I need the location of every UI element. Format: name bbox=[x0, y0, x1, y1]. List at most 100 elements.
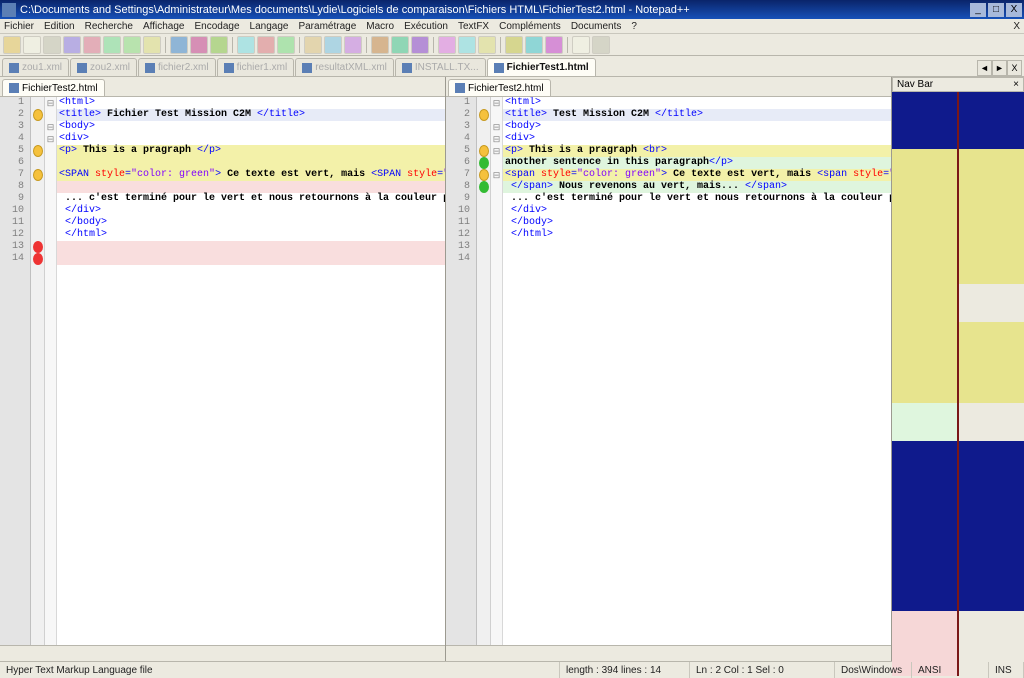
code-line[interactable]: </html> bbox=[503, 229, 891, 241]
nav-diff-block[interactable] bbox=[892, 340, 957, 403]
right-editor[interactable]: 1234567891011121314⊟⊟⊟⊟⊟<html><title> Te… bbox=[446, 97, 891, 645]
nav-diff-block[interactable] bbox=[892, 284, 957, 322]
left-horizontal-scrollbar[interactable] bbox=[0, 645, 445, 661]
code-line[interactable]: </span> Nous revenons au vert, mais... <… bbox=[503, 181, 891, 193]
toolbar-button-15[interactable] bbox=[277, 36, 295, 54]
toolbar-button-18[interactable] bbox=[324, 36, 342, 54]
toolbar-button-9[interactable] bbox=[170, 36, 188, 54]
toolbar-button-21[interactable] bbox=[371, 36, 389, 54]
tab-fichier1-xml[interactable]: fichier1.xml bbox=[217, 58, 295, 76]
nav-diff-block[interactable] bbox=[959, 322, 1024, 340]
toolbar-button-19[interactable] bbox=[344, 36, 362, 54]
menu-item-affichage[interactable]: Affichage bbox=[143, 21, 185, 32]
fold-toggle-icon[interactable]: ⊟ bbox=[491, 145, 502, 157]
code-line[interactable]: <html> bbox=[503, 97, 891, 109]
toolbar-button-33[interactable] bbox=[572, 36, 590, 54]
menu-item-macro[interactable]: Macro bbox=[366, 21, 394, 32]
toolbar-button-10[interactable] bbox=[190, 36, 208, 54]
menubar-close-icon[interactable]: X bbox=[1013, 21, 1020, 32]
nav-bar-diff-map[interactable] bbox=[892, 92, 1024, 676]
menu-item-?[interactable]: ? bbox=[631, 21, 637, 32]
tab-nav-right[interactable]: ► bbox=[992, 60, 1007, 76]
code-line[interactable] bbox=[57, 241, 445, 253]
tab-zou1-xml[interactable]: zou1.xml bbox=[2, 58, 69, 76]
left-pane-tab[interactable]: FichierTest2.html bbox=[2, 79, 105, 96]
nav-diff-block[interactable] bbox=[959, 284, 1024, 322]
menu-item-documents[interactable]: Documents bbox=[571, 21, 622, 32]
tab-resultatxml-xml[interactable]: resultatXML.xml bbox=[295, 58, 394, 76]
toolbar-button-26[interactable] bbox=[458, 36, 476, 54]
right-pane-tab[interactable]: FichierTest2.html bbox=[448, 79, 551, 96]
menu-item-edition[interactable]: Edition bbox=[44, 21, 75, 32]
toolbar-button-11[interactable] bbox=[210, 36, 228, 54]
nav-column-left[interactable] bbox=[892, 92, 959, 676]
menu-item-fichier[interactable]: Fichier bbox=[4, 21, 34, 32]
menu-item-encodage[interactable]: Encodage bbox=[194, 21, 239, 32]
menu-item-exécution[interactable]: Exécution bbox=[404, 21, 448, 32]
code-line[interactable] bbox=[503, 241, 891, 253]
code-line[interactable] bbox=[57, 181, 445, 193]
menu-item-paramétrage[interactable]: Paramétrage bbox=[298, 21, 356, 32]
nav-diff-block[interactable] bbox=[892, 403, 957, 441]
code-line[interactable]: </html> bbox=[57, 229, 445, 241]
toolbar-button-31[interactable] bbox=[545, 36, 563, 54]
code-line[interactable]: <html> bbox=[57, 97, 445, 109]
fold-toggle-icon[interactable]: ⊟ bbox=[45, 133, 56, 145]
code-line[interactable]: <SPAN style="color: green"> Ce texte est… bbox=[57, 169, 445, 181]
code-line[interactable]: <body> bbox=[503, 121, 891, 133]
tab-fichier2-xml[interactable]: fichier2.xml bbox=[138, 58, 216, 76]
toolbar-button-2[interactable] bbox=[43, 36, 61, 54]
tab-install-tx-[interactable]: INSTALL.TX... bbox=[395, 58, 486, 76]
menu-item-langage[interactable]: Langage bbox=[250, 21, 289, 32]
toolbar-button-17[interactable] bbox=[304, 36, 322, 54]
tab-nav-x[interactable]: X bbox=[1007, 60, 1022, 76]
code-line[interactable]: <div> bbox=[503, 133, 891, 145]
toolbar-button-0[interactable] bbox=[3, 36, 21, 54]
toolbar-button-27[interactable] bbox=[478, 36, 496, 54]
menu-item-compléments[interactable]: Compléments bbox=[499, 21, 561, 32]
tab-zou2-xml[interactable]: zou2.xml bbox=[70, 58, 137, 76]
toolbar-button-3[interactable] bbox=[63, 36, 81, 54]
toolbar-button-7[interactable] bbox=[143, 36, 161, 54]
code-line[interactable] bbox=[503, 253, 891, 265]
window-maximize-button[interactable]: □ bbox=[988, 3, 1004, 17]
code-line[interactable]: another sentence in this paragraph</p> bbox=[503, 157, 891, 169]
code-line[interactable]: <title> Test Mission C2M </title> bbox=[503, 109, 891, 121]
nav-column-right[interactable] bbox=[959, 92, 1024, 676]
fold-toggle-icon[interactable]: ⊟ bbox=[491, 169, 502, 181]
code-line[interactable]: ... c'est terminé pour le vert et nous r… bbox=[57, 193, 445, 205]
code-line[interactable]: </body> bbox=[57, 217, 445, 229]
code-line[interactable]: <p> This is a pragraph <br> bbox=[503, 145, 891, 157]
nav-diff-block[interactable] bbox=[959, 340, 1024, 403]
nav-diff-block[interactable] bbox=[892, 149, 957, 284]
code-line[interactable]: ... c'est terminé pour le vert et nous r… bbox=[503, 193, 891, 205]
nav-diff-block[interactable] bbox=[892, 441, 957, 611]
nav-diff-block[interactable] bbox=[892, 322, 957, 340]
tab-fichiertest1-html[interactable]: FichierTest1.html bbox=[487, 58, 596, 76]
code-line[interactable] bbox=[57, 157, 445, 169]
fold-toggle-icon[interactable]: ⊟ bbox=[491, 121, 502, 133]
toolbar-button-6[interactable] bbox=[123, 36, 141, 54]
tab-nav-left[interactable]: ◄ bbox=[977, 60, 992, 76]
window-minimize-button[interactable]: _ bbox=[970, 3, 986, 17]
toolbar-button-13[interactable] bbox=[237, 36, 255, 54]
nav-diff-block[interactable] bbox=[892, 92, 957, 149]
nav-diff-block[interactable] bbox=[959, 403, 1024, 441]
nav-diff-block[interactable] bbox=[959, 441, 1024, 611]
toolbar-button-1[interactable] bbox=[23, 36, 41, 54]
right-horizontal-scrollbar[interactable] bbox=[446, 645, 891, 661]
left-editor[interactable]: 1234567891011121314⊟⊟⊟<html><title> Fich… bbox=[0, 97, 445, 645]
code-line[interactable]: <p> This is a pragraph </p> bbox=[57, 145, 445, 157]
nav-diff-block[interactable] bbox=[959, 149, 1024, 284]
menu-item-textfx[interactable]: TextFX bbox=[458, 21, 489, 32]
code-line[interactable]: </body> bbox=[503, 217, 891, 229]
menu-item-recherche[interactable]: Recherche bbox=[85, 21, 133, 32]
toolbar-button-29[interactable] bbox=[505, 36, 523, 54]
toolbar-button-14[interactable] bbox=[257, 36, 275, 54]
toolbar-button-4[interactable] bbox=[83, 36, 101, 54]
toolbar-button-5[interactable] bbox=[103, 36, 121, 54]
nav-diff-block[interactable] bbox=[959, 92, 1024, 149]
code-area[interactable]: <html><title> Test Mission C2M </title><… bbox=[503, 97, 891, 645]
code-line[interactable] bbox=[57, 253, 445, 265]
code-line[interactable]: </div> bbox=[57, 205, 445, 217]
